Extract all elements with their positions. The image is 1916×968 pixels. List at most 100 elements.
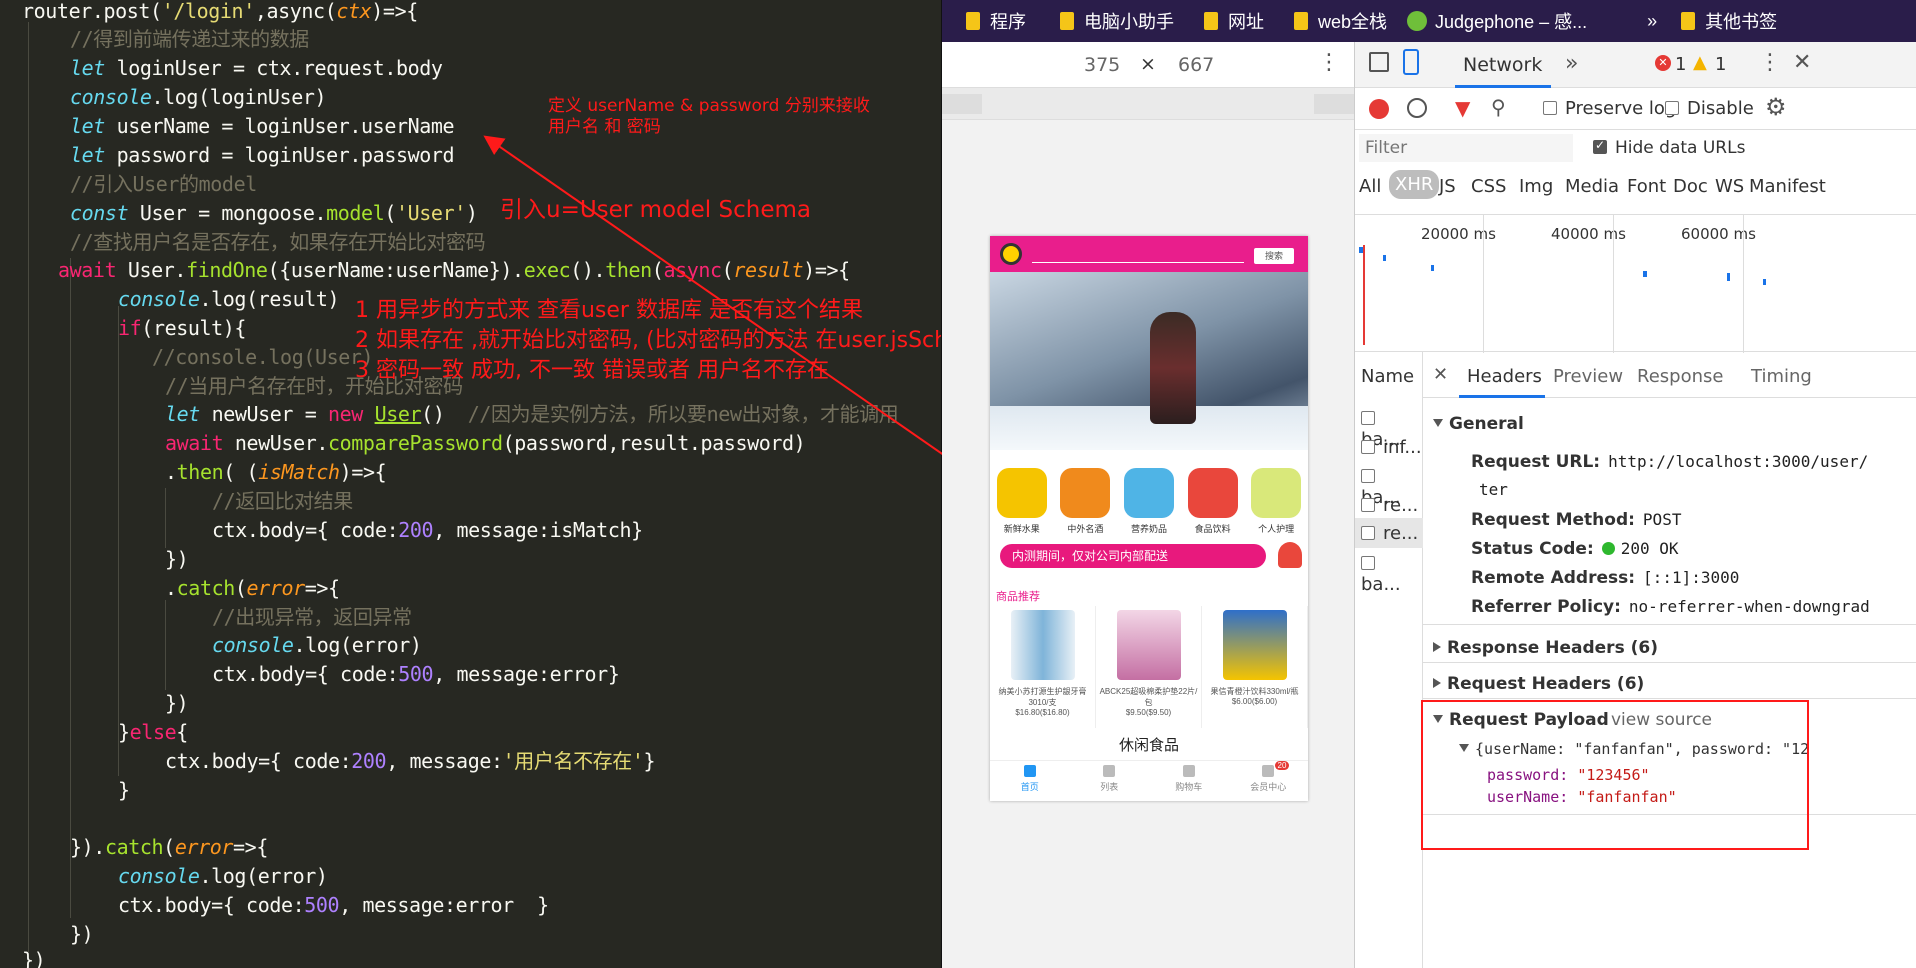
code-line: console.log(error) [118,864,328,888]
filter-icon[interactable]: ▼ [1455,96,1470,120]
type-media[interactable]: Media [1565,176,1619,197]
expand-icon [1433,419,1443,427]
tab-network[interactable]: Network [1463,54,1542,76]
disable-cache-option[interactable]: Disable [1665,98,1754,119]
section-divider [1423,662,1916,663]
tab-timing[interactable]: Timing [1751,366,1812,387]
category-wine[interactable]: 中外名酒 [1055,468,1115,535]
type-img[interactable]: Img [1519,176,1553,197]
close-icon[interactable]: ✕ [1793,50,1811,75]
request-row[interactable]: ba... [1361,553,1422,595]
tab-headers[interactable]: Headers [1467,366,1542,387]
timeline-tick: 40000 ms [1551,225,1626,243]
tab-preview[interactable]: Preview [1553,366,1623,387]
code-line: }) [22,948,46,968]
type-css[interactable]: CSS [1471,176,1506,197]
response-headers-toggle[interactable]: Response Headers (6) [1433,638,1658,658]
code-line: console.log(error) [212,633,422,657]
hide-data-urls-checkbox[interactable] [1593,138,1607,154]
type-font[interactable]: Font [1627,176,1666,197]
more-options-icon[interactable]: ⋮ [1318,50,1340,75]
error-count[interactable]: 1 [1675,54,1686,75]
tab-home[interactable]: 首页 [990,761,1070,800]
preserve-log-option[interactable]: Preserve log [1543,98,1676,119]
request-headers-toggle[interactable]: Request Headers (6) [1433,674,1644,694]
inspect-icon[interactable] [1369,52,1389,72]
status-ok-icon [1601,542,1615,555]
folder-icon [1060,12,1074,30]
member-icon [1262,765,1275,777]
request-row[interactable]: re... [1361,495,1418,516]
settings-gear-icon[interactable]: ⚙ [1765,93,1787,121]
browser-area: 程序 电脑小助手 网址 web全栈 Judgephone – 感... » 其他… [942,0,1916,968]
device-toggle-icon[interactable] [1403,49,1419,75]
disable-cache-checkbox[interactable] [1665,101,1679,115]
code-line: }).catch(error=>{ [70,835,268,859]
product-card[interactable]: ABCK25超吸棉柔护垫22片/包 $9.50($9.50) [1096,606,1202,728]
code-comment: //console.log(User) [152,345,374,369]
product-card[interactable]: 果信青橙汁饮料330ml/瓶 $6.00($6.00) [1202,606,1308,728]
timeline-bar [1383,255,1386,261]
search-icon[interactable]: ⚲ [1491,95,1506,119]
bookmark-item[interactable]: 电脑小助手 [1060,8,1174,34]
judgephone-icon [1407,11,1428,31]
preserve-log-checkbox[interactable] [1543,101,1557,115]
bookmarks-overflow[interactable]: » [1647,11,1657,32]
code-editor[interactable]: router.post('/login',async(ctx)=>{ //得到前… [0,0,942,968]
promo-banner[interactable]: 内测期间，仅对公司内部配送 [1000,544,1266,568]
filter-input[interactable] [1359,134,1573,162]
name-header[interactable]: Name [1361,366,1414,387]
timeline-overview[interactable]: 20000 ms 40000 ms 60000 ms [1355,214,1916,353]
category-drinks[interactable]: 食品饮料 [1183,468,1243,535]
type-js[interactable]: JS [1439,176,1456,197]
product-row: 纳美小苏打源生护龈牙膏3010/支 $16.80($16.80) ABCK25超吸… [990,606,1308,728]
devtools-menu-icon[interactable]: ⋮ [1759,50,1781,75]
tab-member[interactable]: 会员中心 20 [1229,761,1309,800]
category-care[interactable]: 个人护理 [1246,468,1306,535]
timeline-gridline [1613,215,1614,353]
request-row[interactable]: inf... [1361,437,1422,458]
type-xhr[interactable]: XHR [1389,170,1440,199]
tab-cart[interactable]: 购物车 [1149,761,1229,800]
request-row-selected[interactable]: re... [1355,518,1423,548]
record-icon[interactable] [1369,99,1389,119]
bookmark-item[interactable]: 网址 [1204,8,1264,34]
request-url-wrap: ter [1479,480,1508,499]
banner-image[interactable] [990,272,1308,450]
filter-row: Hide data URLs [1355,130,1916,166]
code-line: if(result){ [118,316,247,340]
product-card[interactable]: 纳美小苏打源生护龈牙膏3010/支 $16.80($16.80) [990,606,1096,728]
type-manifest[interactable]: Manifest [1749,176,1826,197]
folder-icon [1294,12,1308,30]
close-detail-icon[interactable]: ✕ [1433,364,1448,385]
code-line: let newUser = new User() //因为是实例方法，所以要ne… [165,402,899,426]
more-tabs-button[interactable]: » [1565,51,1578,76]
type-all[interactable]: All [1359,176,1381,197]
hide-data-urls-option[interactable]: Hide data URLs [1593,138,1745,158]
search-button[interactable]: 搜索 [1254,248,1294,264]
warning-count[interactable]: 1 [1715,54,1726,75]
location-icon[interactable] [1000,243,1022,265]
type-doc[interactable]: Doc [1673,176,1708,197]
category-dairy[interactable]: 营养奶品 [1119,468,1179,535]
code-line: const User = mongoose.model('User') [70,201,478,225]
bookmark-item[interactable]: 程序 [966,8,1026,34]
general-section-title[interactable]: General [1433,414,1524,434]
device-height[interactable]: 667 [1178,54,1214,76]
timeline-bar [1763,279,1766,285]
tab-list[interactable]: 列表 [1070,761,1150,800]
bookmark-item[interactable]: Judgephone – 感... [1407,8,1587,34]
category-fruit[interactable]: 新鲜水果 [992,468,1052,535]
delivery-icon [1278,542,1302,568]
phone-preview[interactable]: 搜索 新鲜水果 中外名酒 营养奶品 食品饮料 个人护理 内测期间，仅对公司内部配… [990,236,1308,801]
type-ws[interactable]: WS [1715,176,1744,197]
tab-response[interactable]: Response [1637,366,1723,387]
code-line: console.log(loginUser) [70,85,327,109]
device-width[interactable]: 375 [1084,54,1120,76]
timeline-bar [1643,271,1647,277]
code-line: }else{ [118,720,188,744]
clear-icon[interactable] [1407,98,1427,118]
recommend-title: 商品推荐 [996,591,1040,603]
bookmark-item[interactable]: 其他书签 [1681,8,1777,34]
bookmark-item[interactable]: web全栈 [1294,8,1387,34]
